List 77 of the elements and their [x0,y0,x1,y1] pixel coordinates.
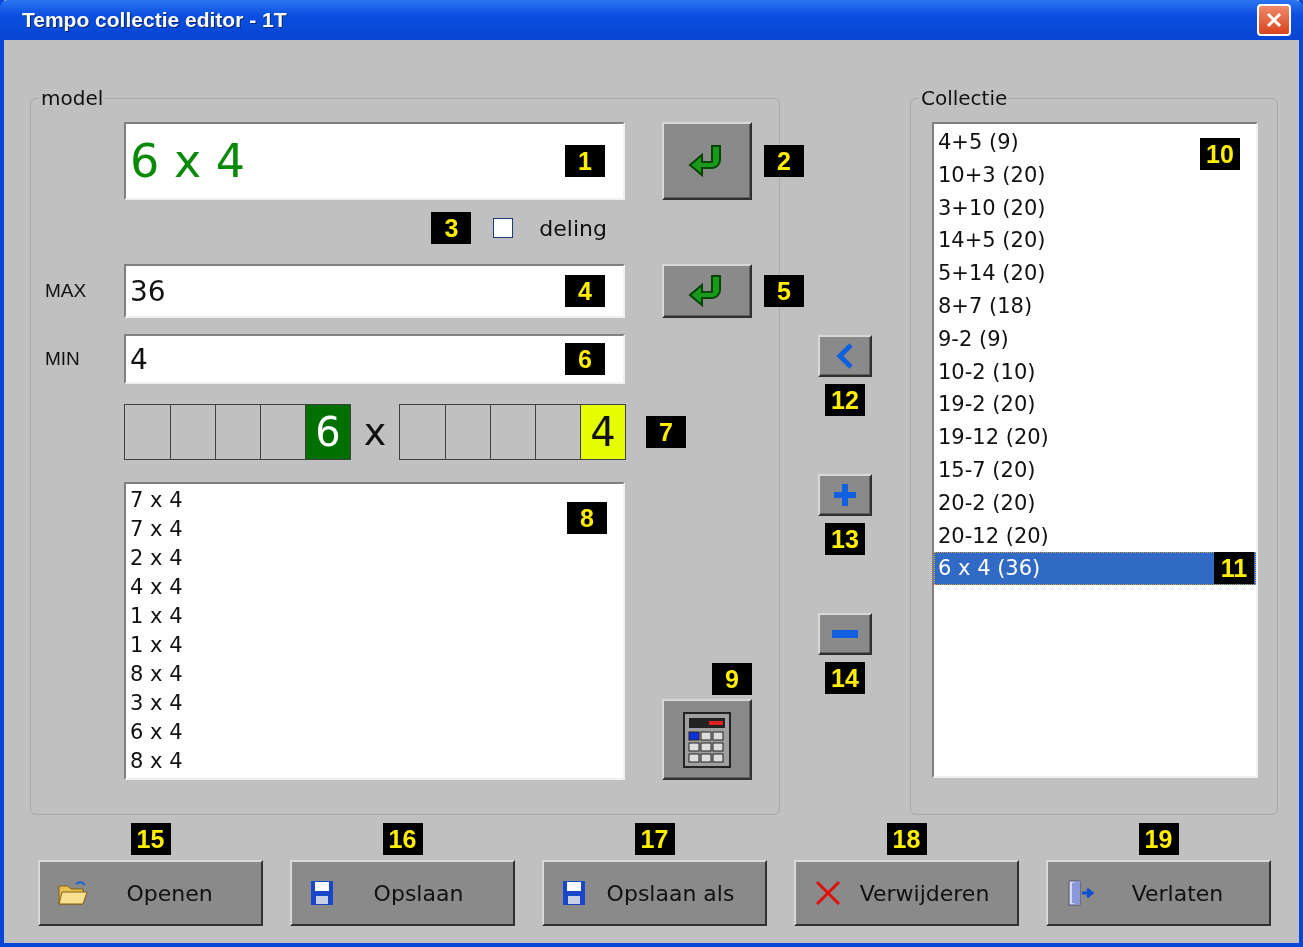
callout-number: 2 [764,145,804,177]
chevron-left-icon [835,343,855,369]
list-item[interactable]: 10+3 (20) [934,158,1046,192]
add-button[interactable] [818,474,872,516]
operator: x [362,410,388,454]
list-item[interactable]: 19-12 (20) [934,421,1049,454]
list-item[interactable]: 15-7 (20) [934,453,1036,487]
plus-icon [833,483,857,507]
list-item[interactable]: 20-2 (20) [934,486,1036,520]
folder-icon [58,880,88,906]
callout-number: 8 [567,502,607,534]
checkbox[interactable] [493,218,514,238]
callout-number: 3 [431,212,472,244]
callout-number: 10 [1200,138,1240,170]
callout-number: 6 [565,343,605,375]
list-item: 8 x 4 [130,748,183,775]
field-label: MIN [45,348,81,370]
callout-number: 5 [764,275,804,307]
remove-button[interactable] [818,613,872,655]
list-item[interactable]: 20-12 (20) [934,519,1049,553]
window-title: Tempo collectie editor - 1T [22,8,287,32]
callout-number: 14 [825,662,865,694]
callout-number: 19 [1138,823,1179,855]
callout-number: 18 [886,823,927,855]
callout-number: 12 [825,384,865,416]
callout-number: 11 [1214,552,1254,585]
list-item[interactable]: 6 x 4 (36) 11 [934,552,1256,586]
enter-button[interactable] [662,122,752,200]
action-button[interactable]: Verlaten [1046,860,1271,926]
list-item[interactable]: 5+14 (20) [934,257,1046,290]
callout-number: 4 [565,275,605,307]
callout-number: 1 [565,145,605,177]
field-value: 4 [130,342,148,376]
list-item[interactable]: 14+5 (20) [934,224,1046,258]
calculator-button[interactable] [662,699,752,780]
action-button[interactable]: Verwijderen [794,860,1019,926]
callout-number: 9 [712,663,752,695]
max-field[interactable]: 36 4 [124,264,625,318]
callout-number: 16 [382,823,423,855]
list-item[interactable]: 8+7 (18) [934,290,1033,323]
min-field[interactable]: 4 6 [124,334,625,384]
list-item: 8 x 4 [130,661,183,688]
list-item[interactable]: 3+10 (20) [934,191,1046,225]
field-value: 36 [130,274,166,308]
list-item[interactable]: 10-2 (10) [934,355,1036,389]
list-item: 4 x 4 [130,574,183,601]
callout-number: 13 [825,523,865,555]
back-button[interactable] [818,335,872,377]
list-item: 1 x 4 [130,603,183,630]
checkbox-label: deling [539,215,607,241]
expression-field[interactable]: 6 x 4 1 [124,122,625,200]
close-icon [1265,11,1283,29]
list-item: 2 x 4 [130,545,183,572]
close-button[interactable] [1257,4,1291,36]
field-label: MAX [45,280,88,302]
calculator-icon [683,711,731,768]
cross-icon [814,879,842,907]
action-button[interactable]: Opslaan [290,860,515,926]
door-exit-icon [1066,878,1096,908]
minus-icon [832,630,858,638]
factor-digit: 4 [590,409,616,455]
list-item[interactable]: 19-2 (20) [934,388,1036,422]
callout-number: 15 [130,823,171,855]
list-item[interactable]: 9-2 (9) [934,322,1009,356]
callout-number: 17 [634,823,675,855]
action-button[interactable]: Openen [38,860,263,926]
list-item: 7 x 4 [130,516,183,543]
list-item: 3 x 4 [130,690,183,717]
list-item: 1 x 4 [130,632,183,659]
field-value: 6 x 4 [130,134,245,188]
list-item: 7 x 4 [130,487,183,514]
callout-number: 7 [646,416,686,448]
action-button[interactable]: Opslaan als [542,860,767,926]
list-item[interactable]: 4+5 (9) [934,126,1019,159]
enter-button[interactable] [662,264,752,318]
list-item: 6 x 4 [130,719,183,746]
factor-digit: 6 [315,409,341,455]
